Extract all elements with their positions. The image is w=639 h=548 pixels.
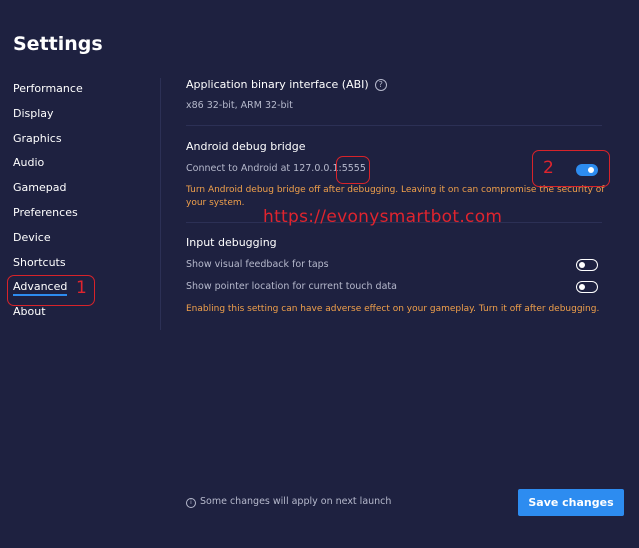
sidebar-item-label: Display <box>13 106 54 120</box>
sidebar-divider <box>160 78 161 330</box>
sidebar-item-label: Preferences <box>13 205 78 219</box>
annotation-number-2: 2 <box>543 158 554 178</box>
sidebar-item-label: Graphics <box>13 131 62 145</box>
save-changes-button[interactable]: Save changes <box>518 489 624 516</box>
sidebar-item-display[interactable]: Display <box>13 105 153 130</box>
input-debugging-warning: Enabling this setting can have adverse e… <box>186 304 600 314</box>
abi-title: Application binary interface (ABI) <box>186 78 369 91</box>
sidebar-item-label: About <box>13 305 46 319</box>
visual-feedback-label: Show visual feedback for taps <box>186 259 329 270</box>
sidebar-item-about[interactable]: About <box>13 303 153 328</box>
abi-value: x86 32-bit, ARM 32-bit <box>186 100 293 111</box>
input-debugging-title: Input debugging <box>186 236 277 249</box>
info-icon: i <box>186 498 196 508</box>
sidebar-item-performance[interactable]: Performance <box>13 80 153 105</box>
abi-section: Application binary interface (ABI)? <box>186 78 387 91</box>
section-divider <box>186 125 602 126</box>
sidebar-item-label: Device <box>13 230 51 244</box>
visual-feedback-toggle[interactable] <box>576 259 598 271</box>
sidebar-item-label: Performance <box>13 82 83 95</box>
sidebar-item-gamepad[interactable]: Gamepad <box>13 179 153 204</box>
page-title: Settings <box>13 33 103 55</box>
restart-note-text: Some changes will apply on next launch <box>200 496 392 507</box>
pointer-location-label: Show pointer location for current touch … <box>186 281 397 292</box>
adb-title: Android debug bridge <box>186 140 306 153</box>
sidebar-item-graphics[interactable]: Graphics <box>13 130 153 155</box>
sidebar-item-label: Shortcuts <box>13 255 66 269</box>
watermark-url: https://evonysmartbot.com <box>263 207 503 227</box>
restart-note: i Some changes will apply on next launch <box>186 496 391 508</box>
annotation-box-port <box>336 156 370 184</box>
settings-window: Settings Performance Display Graphics Au… <box>0 0 639 548</box>
sidebar-item-label: Gamepad <box>13 181 67 195</box>
toggle-knob <box>579 283 585 290</box>
sidebar-item-label: Audio <box>13 156 45 170</box>
toggle-knob <box>579 261 585 268</box>
sidebar-item-audio[interactable]: Audio <box>13 154 153 179</box>
annotation-number-1: 1 <box>76 278 87 298</box>
sidebar-item-preferences[interactable]: Preferences <box>13 204 153 229</box>
pointer-location-toggle[interactable] <box>576 281 598 293</box>
sidebar-item-device[interactable]: Device <box>13 229 153 254</box>
info-icon[interactable]: ? <box>374 79 387 91</box>
